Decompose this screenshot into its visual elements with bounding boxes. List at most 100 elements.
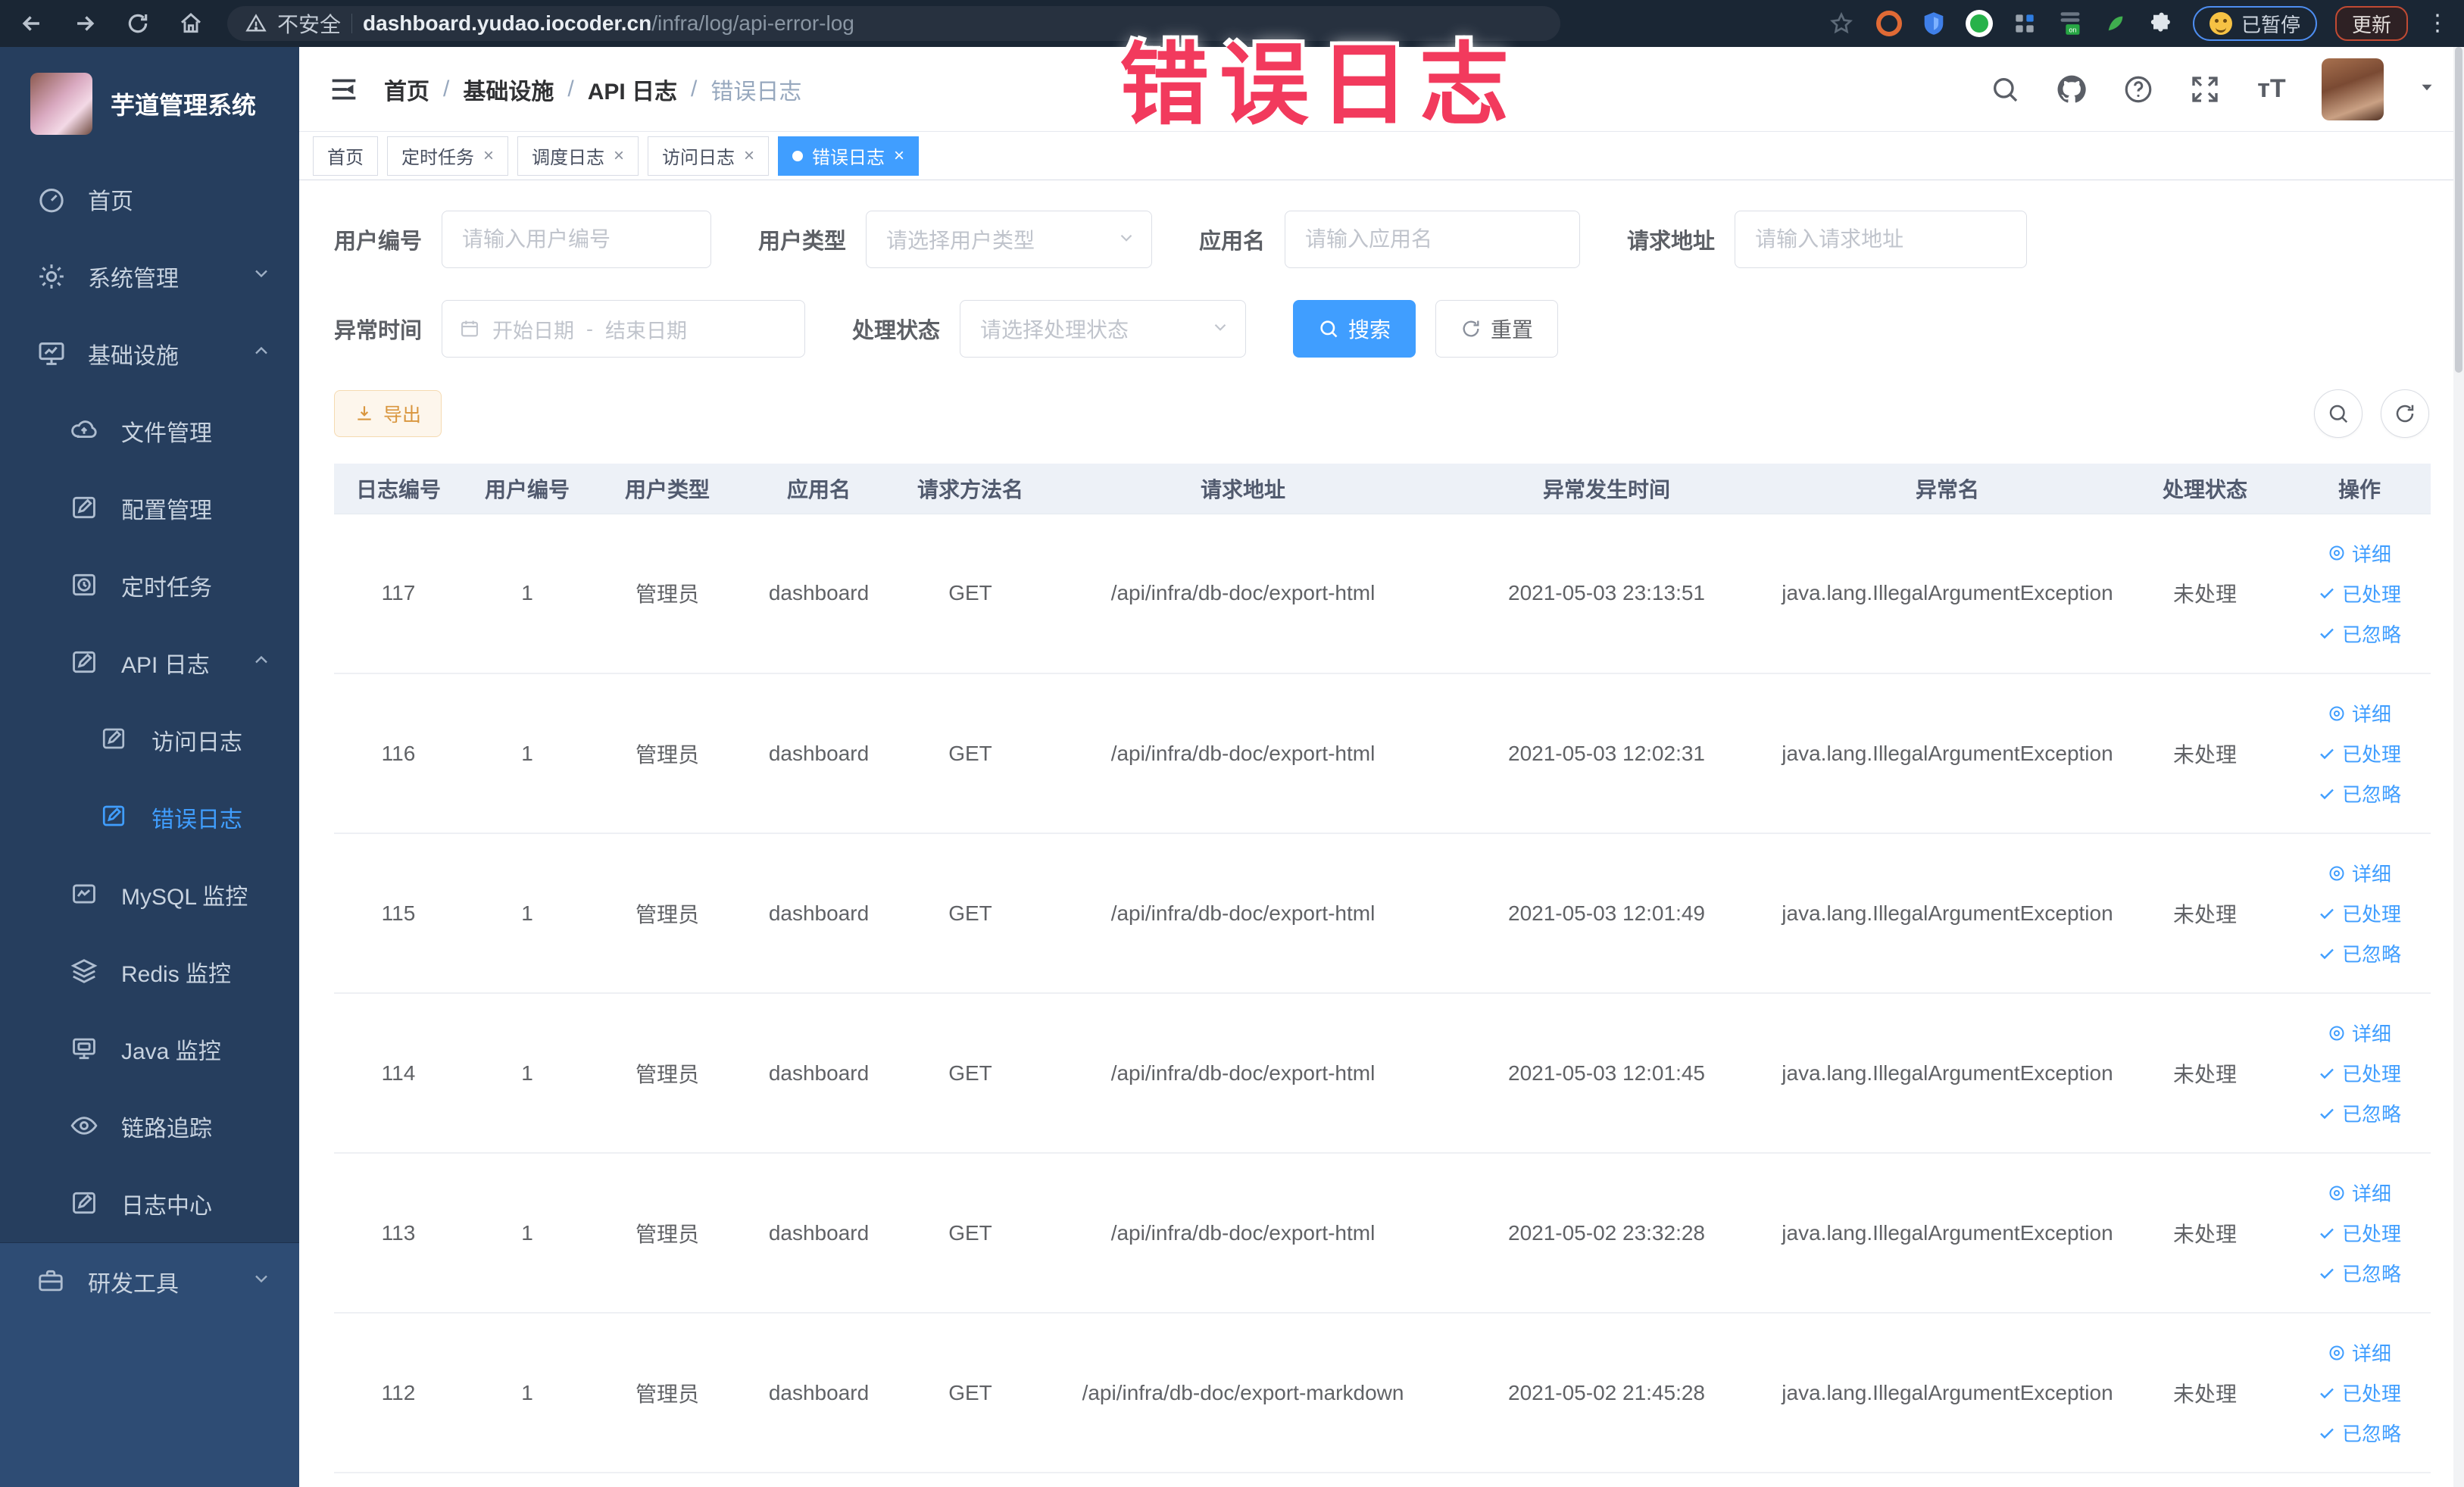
sidebar-item-access-log[interactable]: 访问日志	[0, 701, 299, 779]
profile-paused-chip[interactable]: 已暂停	[2192, 6, 2317, 41]
col-exception-name: 异常名	[1773, 464, 2122, 514]
back-icon[interactable]	[15, 7, 48, 40]
browser-menu-icon[interactable]: ⋮	[2426, 12, 2449, 35]
sidebar-item-system[interactable]: 系统管理	[0, 238, 299, 315]
eye-icon	[2329, 866, 2344, 880]
export-button[interactable]: 导出	[334, 390, 442, 437]
eye-icon	[2329, 1186, 2344, 1200]
close-icon[interactable]: ×	[894, 145, 904, 167]
ignored-link[interactable]: 已忽略	[2318, 939, 2401, 967]
gear-icon	[36, 261, 67, 292]
home-icon[interactable]	[174, 7, 208, 40]
reset-button[interactable]: 重置	[1435, 300, 1559, 358]
sidebar-item-scheduled-tasks[interactable]: 定时任务	[0, 547, 299, 624]
scrollbar[interactable]	[2453, 47, 2464, 1487]
tag-home[interactable]: 首页	[313, 136, 378, 176]
update-chip[interactable]: 更新	[2334, 6, 2408, 41]
fullscreen-icon[interactable]	[2188, 73, 2222, 106]
ignored-link[interactable]: 已忽略	[2318, 1099, 2401, 1127]
detail-link[interactable]: 详细	[2328, 1019, 2391, 1047]
processed-link[interactable]: 已处理	[2318, 1379, 2401, 1407]
monitor-icon	[36, 339, 67, 369]
date-range-picker[interactable]: 开始日期 - 结束日期	[442, 300, 806, 358]
sidebar-item-config-management[interactable]: 配置管理	[0, 470, 299, 547]
sidebar-item-log-center[interactable]: 日志中心	[0, 1165, 299, 1242]
ignored-link[interactable]: 已忽略	[2318, 779, 2401, 808]
ignored-link[interactable]: 已忽略	[2318, 1259, 2401, 1287]
cell-exception-name: java.lang.IllegalArgumentException	[1773, 993, 2122, 1154]
col-actions: 操作	[2288, 464, 2431, 514]
sidebar-item-label: 系统管理	[88, 267, 179, 292]
toggle-search-button[interactable]	[2314, 389, 2363, 438]
close-icon[interactable]: ×	[614, 145, 624, 167]
extension-orange-icon[interactable]	[1875, 11, 1902, 36]
reload-icon[interactable]	[121, 7, 155, 40]
detail-link[interactable]: 详细	[2328, 699, 2391, 727]
sidebar-item-tracing[interactable]: 链路追踪	[0, 1088, 299, 1165]
user-type-select[interactable]: 请选择用户类型	[866, 211, 1153, 268]
collapse-sidebar-icon[interactable]	[326, 72, 361, 107]
sidebar-item-error-log[interactable]: 错误日志	[0, 779, 299, 856]
sidebar-item-home[interactable]: 首页	[0, 161, 299, 238]
col-method: 请求方法名	[895, 464, 1046, 514]
sidebar-item-infrastructure[interactable]: 基础设施	[0, 315, 299, 392]
extension-puzzle-icon[interactable]	[2147, 10, 2175, 37]
sidebar-item-file-management[interactable]: 文件管理	[0, 392, 299, 470]
detail-link[interactable]: 详细	[2328, 1339, 2391, 1367]
close-icon[interactable]: ×	[483, 145, 494, 167]
caret-down-icon[interactable]	[2417, 77, 2437, 101]
close-icon[interactable]: ×	[744, 145, 754, 167]
header-search-icon[interactable]	[1988, 73, 2022, 106]
sidebar-item-api-log[interactable]: API 日志	[0, 624, 299, 701]
scrollbar-thumb[interactable]	[2455, 47, 2462, 373]
extension-shield-icon[interactable]	[1920, 10, 1947, 37]
font-size-icon[interactable]: тT	[2255, 73, 2288, 106]
tag-access-log[interactable]: 访问日志 ×	[648, 136, 770, 176]
app-shell: 芋道管理系统 首页 系统管理 基础设施 文件管理 配置管理 定时任务 API 日…	[0, 47, 2464, 1487]
extension-green-circle-icon[interactable]	[1965, 10, 1993, 37]
extension-grid-icon[interactable]	[2011, 10, 2038, 37]
tag-schedule-log[interactable]: 调度日志 ×	[517, 136, 639, 176]
cell-app-name: dashboard	[743, 673, 895, 834]
detail-link[interactable]: 详细	[2328, 859, 2391, 887]
processed-link[interactable]: 已处理	[2318, 739, 2401, 767]
sidebar-item-redis-monitor[interactable]: Redis 监控	[0, 933, 299, 1011]
filter-user-id: 用户编号	[334, 211, 712, 268]
tag-error-log[interactable]: 错误日志 ×	[778, 136, 920, 176]
logo[interactable]: 芋道管理系统	[0, 47, 299, 161]
sidebar-item-dev-tools[interactable]: 研发工具	[0, 1243, 299, 1320]
sidebar-item-java-monitor[interactable]: Java 监控	[0, 1011, 299, 1088]
help-icon[interactable]	[2122, 73, 2155, 106]
processed-link[interactable]: 已处理	[2318, 579, 2401, 608]
breadcrumb-infrastructure[interactable]: 基础设施	[463, 73, 554, 106]
detail-link[interactable]: 详细	[2328, 1179, 2391, 1207]
user-avatar[interactable]	[2322, 58, 2384, 120]
bookmark-star-icon[interactable]	[1825, 7, 1858, 40]
user-id-input[interactable]	[442, 211, 712, 268]
extension-on-badge-icon[interactable]: on	[2056, 10, 2084, 37]
refresh-icon	[1463, 320, 1479, 337]
ignored-link[interactable]: 已忽略	[2318, 620, 2401, 648]
refresh-button[interactable]	[2381, 389, 2429, 438]
processed-link[interactable]: 已处理	[2318, 899, 2401, 927]
processed-link[interactable]: 已处理	[2318, 1059, 2401, 1087]
request-url-input[interactable]	[1735, 211, 2028, 268]
process-status-select[interactable]: 请选择处理状态	[960, 300, 1247, 358]
search-button[interactable]: 搜索	[1293, 300, 1416, 358]
filter-label: 请求地址	[1627, 230, 1716, 254]
processed-link[interactable]: 已处理	[2318, 1219, 2401, 1247]
extension-leaf-icon[interactable]	[2102, 10, 2129, 37]
breadcrumb-api-log[interactable]: API 日志	[588, 73, 677, 106]
forward-icon[interactable]	[68, 7, 101, 40]
filter-label: 应用名	[1199, 230, 1266, 254]
ignored-link[interactable]: 已忽略	[2318, 1419, 2401, 1447]
app-name-input[interactable]	[1285, 211, 1581, 268]
sidebar-item-mysql-monitor[interactable]: MySQL 监控	[0, 856, 299, 933]
cell-app-name: dashboard	[743, 514, 895, 674]
breadcrumb-home[interactable]: 首页	[384, 73, 429, 106]
github-icon[interactable]	[2055, 73, 2088, 106]
tag-scheduled-tasks[interactable]: 定时任务 ×	[387, 136, 509, 176]
edit-square-icon	[70, 493, 100, 523]
cell-status: 未处理	[2122, 1153, 2288, 1314]
detail-link[interactable]: 详细	[2328, 539, 2391, 567]
